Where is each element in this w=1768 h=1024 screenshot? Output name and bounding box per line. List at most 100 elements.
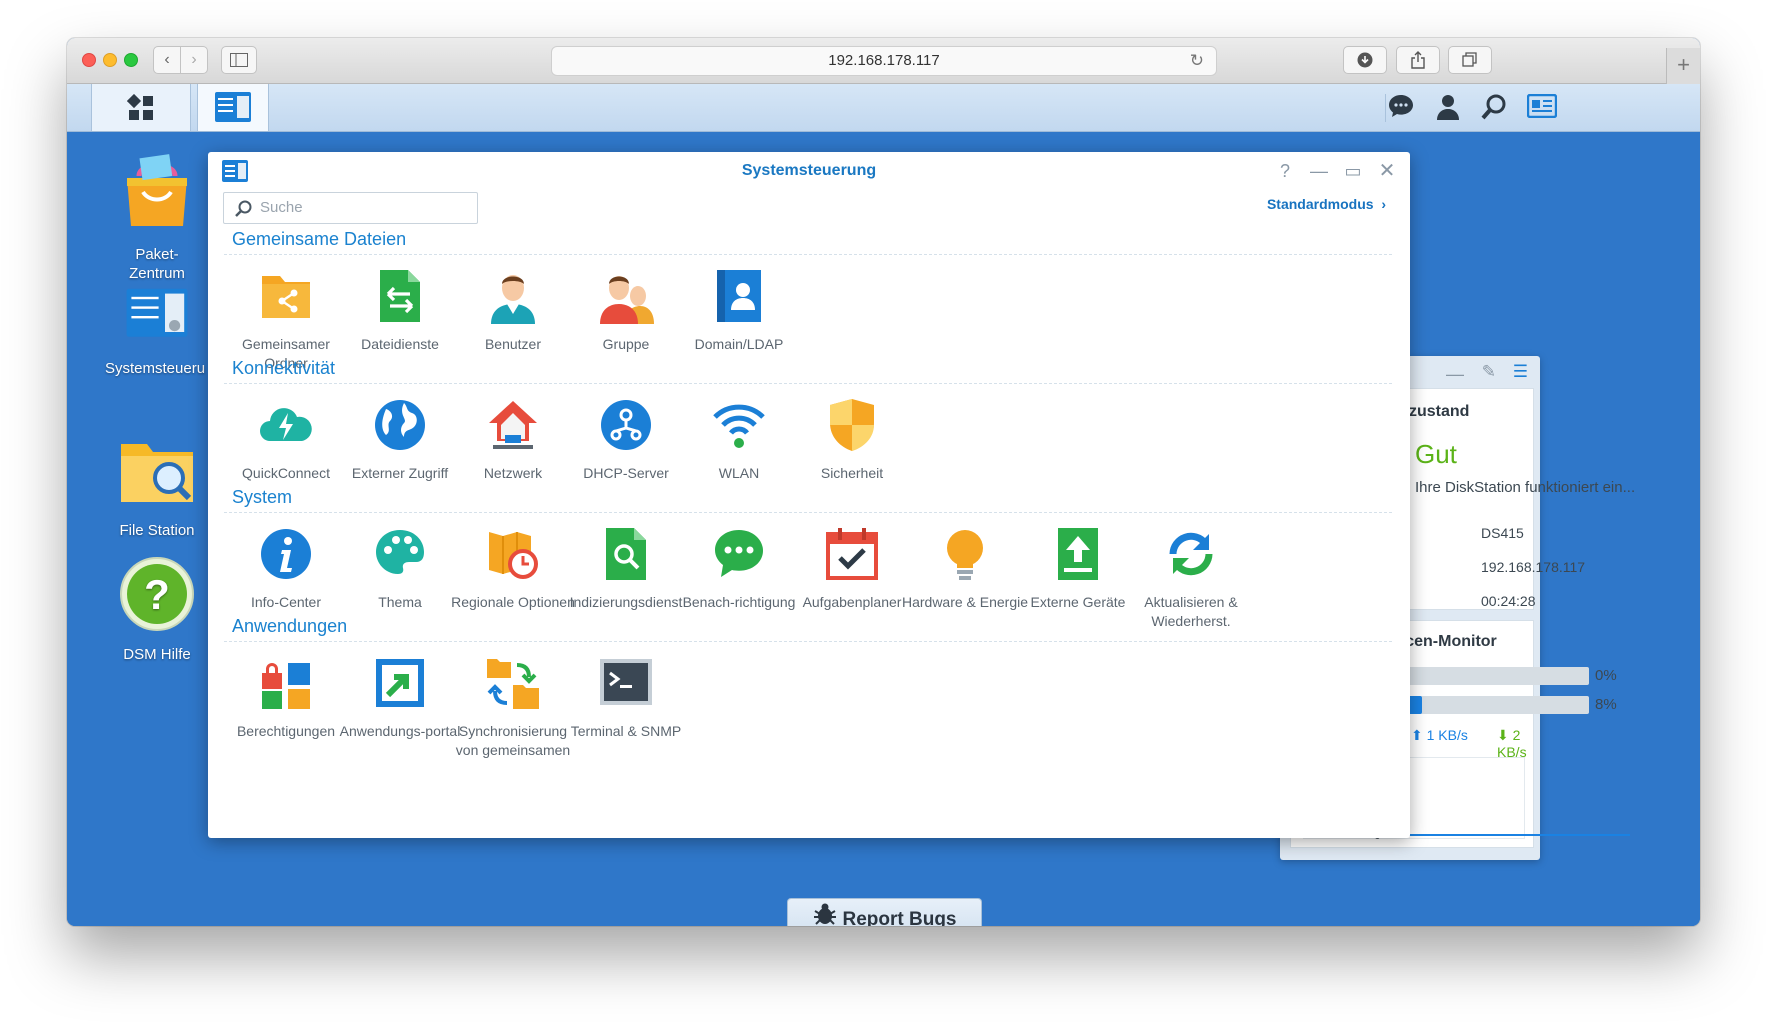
item-external-access[interactable]: Externer Zugriff xyxy=(336,397,464,483)
control-panel-icon xyxy=(215,92,251,122)
minimize-button[interactable]: — xyxy=(1306,158,1332,184)
item-task-scheduler[interactable]: Aufgabenplaner xyxy=(788,526,916,612)
search-input[interactable]: Suche xyxy=(223,192,478,224)
item-hardware-energy[interactable]: Hardware & Energie xyxy=(901,526,1029,612)
window-title: Systemsteuerung xyxy=(741,162,877,179)
item-wlan[interactable]: WLAN xyxy=(675,397,803,483)
svg-text:?: ? xyxy=(144,571,170,618)
dsm-taskbar xyxy=(67,84,1700,132)
maximize-button[interactable]: ▭ xyxy=(1340,158,1366,184)
widgets-icon[interactable] xyxy=(1525,93,1559,122)
section-title-connectivity: Konnektivität xyxy=(232,358,336,378)
item-label: Indizierungsdienst xyxy=(569,594,683,610)
item-label: Info-Center xyxy=(250,594,322,610)
reload-icon[interactable]: ↻ xyxy=(1190,47,1204,75)
file-services-icon xyxy=(380,270,420,322)
info-icon xyxy=(261,529,311,579)
palette-icon xyxy=(376,530,424,574)
item-shared-folder-sync[interactable]: Synchronisierung von gemeinsamen xyxy=(449,655,577,760)
item-theme[interactable]: Thema xyxy=(336,526,464,612)
close-window-button[interactable] xyxy=(82,53,96,67)
item-indexing-service[interactable]: Indizierungsdienst xyxy=(562,526,690,612)
download-arrow-icon: ⬇ xyxy=(1497,727,1509,743)
item-privileges[interactable]: Berechtigungen xyxy=(222,655,350,741)
desktop-icon-dsm-help[interactable]: ? DSM Hilfe xyxy=(97,554,217,664)
item-domain-ldap[interactable]: Domain/LDAP xyxy=(675,268,803,354)
section-divider xyxy=(224,512,1392,513)
control-panel-window: Systemsteuerung ? — ▭ ✕ Suche Standardmo… xyxy=(208,152,1410,838)
share-button[interactable] xyxy=(1396,46,1440,74)
tabs-overview-button[interactable] xyxy=(1448,46,1492,74)
item-user[interactable]: Benutzer xyxy=(449,268,577,354)
downloads-button[interactable] xyxy=(1343,46,1387,74)
health-status: Gut xyxy=(1415,439,1457,469)
close-button[interactable]: ✕ xyxy=(1374,158,1400,184)
wifi-icon xyxy=(713,404,765,448)
standard-mode-link[interactable]: Standardmodus › xyxy=(1267,196,1386,212)
standard-mode-label: Standardmodus xyxy=(1266,196,1374,212)
pin-icon[interactable]: ✎ xyxy=(1482,362,1496,382)
search-placeholder: Suche xyxy=(260,199,303,216)
widget-settings-icon[interactable]: ☰ xyxy=(1513,362,1528,382)
item-info-center[interactable]: Info-Center xyxy=(222,526,350,612)
taskbar-control-panel[interactable] xyxy=(197,84,269,131)
sidebar-toggle-button[interactable] xyxy=(221,46,257,74)
cpu-usage-label: 0% xyxy=(1595,667,1617,684)
health-title: zustand xyxy=(1409,403,1470,420)
upload-rate: ⬆ 1 KB/s xyxy=(1411,727,1468,744)
zoom-window-button[interactable] xyxy=(124,53,138,67)
dsm-desktop: Paket- Zentrum Systemsteueru File Statio… xyxy=(67,132,1700,926)
download-icon xyxy=(1357,52,1373,68)
lightbulb-icon xyxy=(947,530,983,580)
item-dhcp-server[interactable]: DHCP-Server xyxy=(562,397,690,483)
refresh-icon xyxy=(1169,532,1213,576)
calendar-check-icon xyxy=(826,528,878,580)
shield-icon xyxy=(830,399,874,451)
desktop-icon-label: Paket- Zentrum xyxy=(129,246,185,282)
item-quickconnect[interactable]: QuickConnect xyxy=(222,397,350,483)
item-security[interactable]: Sicherheit xyxy=(788,397,916,483)
terminal-icon xyxy=(600,659,652,705)
item-update-restore[interactable]: Aktualisieren & Wiederherst. xyxy=(1127,526,1255,631)
search-icon xyxy=(234,193,252,228)
forward-button[interactable]: › xyxy=(180,46,208,74)
report-bugs-button[interactable]: Report Bugs xyxy=(787,898,982,926)
section-divider xyxy=(224,254,1392,255)
new-tab-button[interactable]: + xyxy=(1666,48,1700,84)
report-bugs-label: Report Bugs xyxy=(842,909,957,926)
desktop-icon-file-station[interactable]: File Station xyxy=(97,430,217,540)
desktop-icon-label: DSM Hilfe xyxy=(123,646,191,663)
tabs-icon xyxy=(1462,52,1477,67)
help-button[interactable]: ? xyxy=(1272,158,1298,184)
main-menu-button[interactable] xyxy=(91,84,191,131)
main-menu-icon xyxy=(127,94,153,120)
item-network[interactable]: Netzwerk xyxy=(449,397,577,483)
item-label: Aufgabenplaner xyxy=(802,594,902,610)
group-icon xyxy=(600,276,654,324)
item-label: QuickConnect xyxy=(242,465,330,481)
chevron-right-icon: › xyxy=(1377,196,1386,212)
widget-minimize-icon[interactable]: — xyxy=(1446,364,1464,385)
item-group[interactable]: Gruppe xyxy=(562,268,690,354)
chart-series-line xyxy=(1400,834,1630,836)
section-divider xyxy=(224,383,1392,384)
item-terminal-snmp[interactable]: Terminal & SNMP xyxy=(562,655,690,741)
address-bar[interactable]: 192.168.178.117 ↻ xyxy=(551,46,1217,76)
item-label: Sicherheit xyxy=(820,465,884,481)
back-button[interactable]: ‹ xyxy=(153,46,181,74)
domain-ldap-icon xyxy=(717,270,761,322)
item-external-devices[interactable]: Externe Geräte xyxy=(1014,526,1142,612)
item-file-services[interactable]: Dateidienste xyxy=(336,268,464,354)
item-notification[interactable]: Benach-richtigung xyxy=(675,526,803,612)
desktop-icon-package-center[interactable]: Paket- Zentrum xyxy=(97,154,217,283)
server-uptime: 00:24:28 xyxy=(1481,593,1536,609)
item-application-portal[interactable]: Anwendungs-portal xyxy=(336,655,464,741)
user-icon[interactable] xyxy=(1433,94,1463,122)
desktop-icon-control-panel[interactable]: Systemsteueru xyxy=(97,284,217,378)
upload-rate-value: 1 KB/s xyxy=(1426,727,1468,743)
minimize-window-button[interactable] xyxy=(103,53,117,67)
item-regional-options[interactable]: Regionale Optionen xyxy=(449,526,577,612)
notifications-icon[interactable] xyxy=(1385,94,1415,122)
item-label: Thema xyxy=(378,594,422,610)
search-icon[interactable] xyxy=(1479,94,1509,122)
